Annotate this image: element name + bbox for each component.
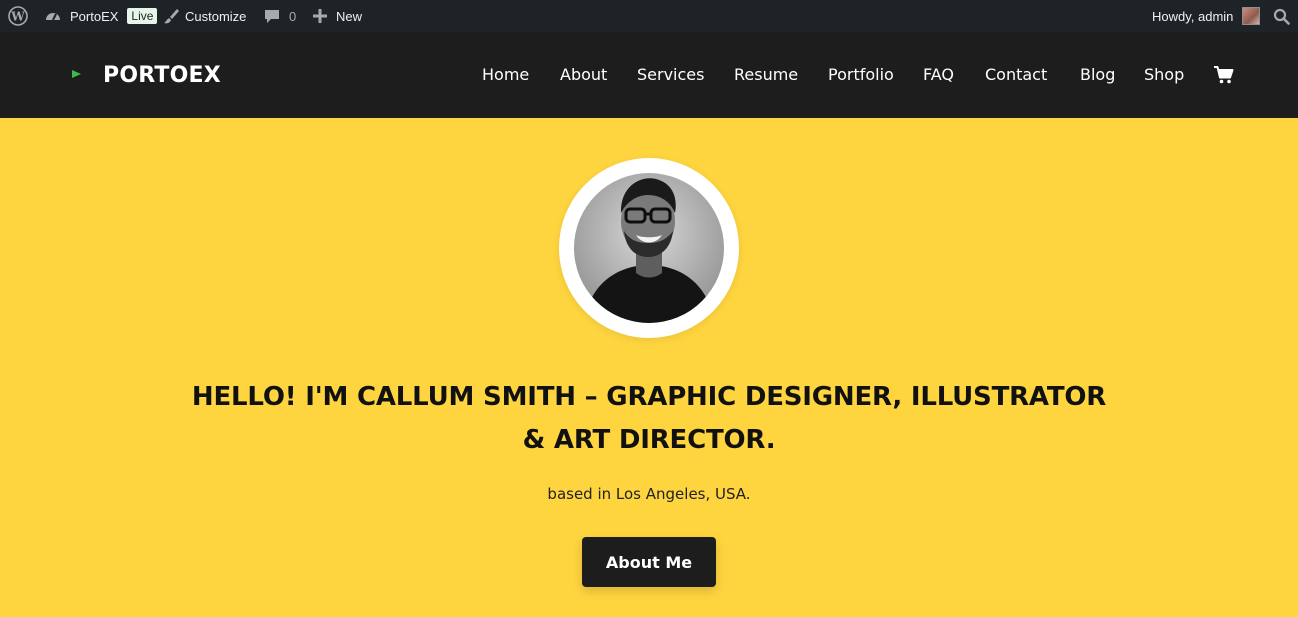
brush-icon — [162, 7, 180, 25]
dashboard-icon — [44, 7, 62, 25]
live-badge: Live — [127, 8, 158, 24]
nav-blog[interactable]: Blog — [1080, 65, 1115, 85]
profile-photo-frame — [559, 158, 739, 338]
nav-faq[interactable]: FAQ — [923, 65, 954, 85]
nav-shop[interactable]: Shop — [1144, 65, 1184, 85]
nav-contact[interactable]: Contact — [985, 65, 1047, 85]
customize-label: Customize — [185, 8, 247, 24]
greeting: Howdy, admin — [1152, 8, 1234, 24]
new-content-menu[interactable]: New — [312, 0, 362, 32]
hero-subtext: based in Los Angeles, USA. — [547, 485, 751, 503]
site-name-menu[interactable]: PortoEX Live — [44, 0, 158, 32]
svg-text:W: W — [10, 10, 25, 24]
nav-resume[interactable]: Resume — [734, 65, 798, 85]
comments-link[interactable]: 0 — [263, 0, 296, 32]
avatar — [1242, 7, 1261, 25]
about-me-button[interactable]: About Me — [582, 537, 716, 587]
profile-photo — [574, 173, 724, 323]
search-button[interactable] — [1273, 0, 1290, 32]
my-account-menu[interactable]: Howdy, admin — [1152, 0, 1261, 32]
hero-headline-line-1: HELLO! I'M CALLUM SMITH – GRAPHIC DESIGN… — [191, 382, 1107, 412]
customize-link[interactable]: Customize — [162, 0, 246, 32]
nav-portfolio[interactable]: Portfolio — [828, 65, 894, 85]
site-name: PortoEX — [70, 8, 119, 24]
search-icon — [1273, 8, 1290, 25]
site-header: PORTOEX Home About Services Resume Portf… — [0, 32, 1298, 118]
hero-headline-line-2: & ART DIRECTOR. — [522, 425, 776, 455]
new-label: New — [336, 8, 363, 24]
plus-icon — [312, 8, 328, 24]
play-icon — [72, 70, 81, 78]
wp-logo-menu[interactable]: W — [8, 0, 28, 32]
nav-about[interactable]: About — [560, 65, 607, 85]
comment-icon — [263, 7, 281, 25]
admin-bar: W PortoEX Live Customize 0 New Howdy, ad… — [0, 0, 1298, 32]
site-logo[interactable]: PORTOEX — [103, 63, 221, 89]
hero-headline: HELLO! I'M CALLUM SMITH – GRAPHIC DESIGN… — [150, 376, 1148, 462]
wordpress-icon: W — [8, 6, 28, 26]
nav-services[interactable]: Services — [637, 65, 704, 85]
cart-icon[interactable] — [1214, 66, 1234, 88]
comments-count: 0 — [289, 8, 297, 24]
nav-home[interactable]: Home — [482, 65, 529, 85]
